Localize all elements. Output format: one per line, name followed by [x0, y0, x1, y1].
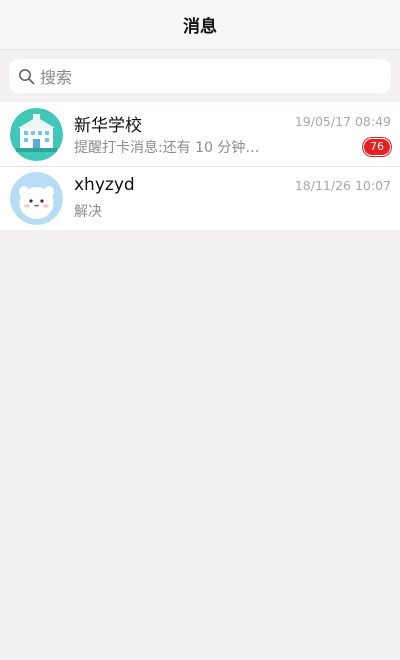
conversation-content: xhyzyd 解决 18/11/26 10:07	[74, 172, 400, 225]
conversation-content: 新华学校 提醒打卡消息:还有 10 分钟… 19/05/17 08:49 76	[74, 108, 400, 161]
conversation-row[interactable]: 新华学校 提醒打卡消息:还有 10 分钟… 19/05/17 08:49 76	[0, 102, 400, 166]
conversation-time: 18/11/26 10:07	[294, 178, 391, 193]
school-building-avatar	[10, 107, 63, 161]
conversation-row[interactable]: xhyzyd 解决 18/11/26 10:07	[0, 166, 400, 230]
conversation-preview: 解决	[74, 204, 102, 220]
conversation-time: 19/05/17 08:49	[294, 113, 391, 129]
search-input[interactable]: 搜索	[9, 59, 391, 93]
search-icon	[17, 67, 35, 85]
unread-badge: 76	[363, 137, 391, 156]
search-area: 搜索	[0, 50, 400, 102]
search-placeholder: 搜索	[40, 68, 73, 87]
top-navbar: 消息	[0, 0, 400, 50]
conversation-list: 新华学校 提醒打卡消息:还有 10 分钟… 19/05/17 08:49 76 …	[0, 102, 400, 230]
conversation-preview: 提醒打卡消息:还有 10 分钟…	[74, 139, 260, 156]
cartoon-face-avatar	[10, 172, 63, 225]
page-title: 消息	[183, 17, 217, 37]
conversation-name: xhyzyd	[74, 175, 135, 195]
conversation-name: 新华学校	[74, 115, 142, 136]
